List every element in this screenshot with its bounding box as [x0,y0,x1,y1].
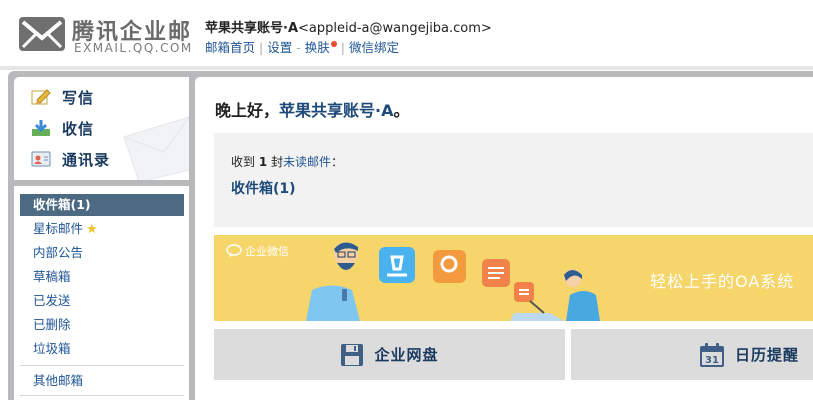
unread-summary: 收到 1 封未读邮件： 收件箱(1) [214,133,813,227]
folder-announcements[interactable]: 内部公告 [20,242,184,264]
greeting-name: 苹果共享账号·A [279,101,394,120]
change-skin-link[interactable]: 换肤 [305,40,330,55]
receive-button[interactable]: 收信 [30,116,94,140]
greeting: 晚上好，苹果共享账号·A。 [215,97,410,121]
inbox-link[interactable]: 收件箱(1) [231,178,296,198]
quick-actions-panel: 写信 收信 通讯录 [14,77,189,180]
link-separator: | [340,40,345,55]
unread-line: 收到 1 封未读邮件： [231,153,343,170]
folder-spam[interactable]: 垃圾箱 [20,338,184,360]
folder-label: 已删除 [33,317,71,332]
calendar-icon: 31 [699,342,725,368]
contacts-button[interactable]: 通讯录 [30,147,110,171]
main-panel: 晚上好，苹果共享账号·A。 收到 1 封未读邮件： 收件箱(1) 企业微信 轻松… [195,77,813,400]
account-email: <appleid-a@wangejiba.com> [298,21,492,36]
folder-list: 收件箱(1) 星标邮件 ★ 内部公告 草稿箱 已发送 已删除 垃圾箱 其他邮箱 [14,186,189,400]
banner-slogan: 轻松上手的OA系统 [650,272,795,291]
compose-icon [30,87,52,107]
logo-mail-icon [19,17,65,51]
folder-starred[interactable]: 星标邮件 ★ [20,218,184,240]
compose-button[interactable]: 写信 [30,85,94,109]
wework-banner[interactable]: 企业微信 轻松上手的OA系统 [214,235,813,321]
folder-sent[interactable]: 已发送 [20,290,184,312]
folder-label: 其他邮箱 [33,373,84,388]
enterprise-disk-label: 企业网盘 [374,346,439,364]
logo[interactable]: 腾讯企业邮 EXMAIL.QQ.COM [18,14,193,58]
header-divider [0,66,813,70]
enterprise-disk-button[interactable]: 企业网盘 [214,329,565,380]
disk-icon [340,343,364,367]
contacts-label: 通讯录 [62,150,111,169]
unread-mid: 封 [271,155,284,169]
wework-brand: 企业微信 [226,243,289,259]
link-separator: | [259,40,264,55]
folder-label: 草稿箱 [33,269,71,284]
folder-label: 已发送 [33,293,71,308]
account-name: 苹果共享账号·A [205,21,298,36]
account-line: 苹果共享账号·A<appleid-a@wangejiba.com> [205,17,492,36]
folder-label: 星标邮件 [33,221,84,236]
wework-brand-label: 企业微信 [245,245,289,258]
link-separator: - [296,40,301,55]
folder-divider [20,365,184,366]
folder-inbox[interactable]: 收件箱(1) [20,194,184,216]
folder-label: 收件箱(1) [33,197,91,212]
star-icon: ★ [86,222,98,237]
unread-prefix: 收到 [231,155,256,169]
header: 腾讯企业邮 EXMAIL.QQ.COM 苹果共享账号·A<appleid-a@w… [0,0,813,72]
wechat-binding-link[interactable]: 微信绑定 [349,40,399,55]
folder-other-mailboxes[interactable]: 其他邮箱 [20,370,184,392]
logo-subtitle: EXMAIL.QQ.COM [74,41,193,55]
calendar-reminder-label: 日历提醒 [735,346,800,364]
greeting-prefix: 晚上好， [215,101,280,120]
unread-mail-link[interactable]: 未读邮件 [283,155,331,169]
folder-deleted[interactable]: 已删除 [20,314,184,336]
notification-dot-icon [330,41,337,47]
wework-logo-icon [226,244,242,257]
calendar-reminder-button[interactable]: 31 日历提醒 [571,329,813,380]
compose-label: 写信 [62,88,95,107]
settings-link[interactable]: 设置 [267,40,292,55]
calendar-day: 31 [705,355,719,366]
folder-divider [20,395,184,396]
unread-suffix: ： [331,155,344,169]
receive-icon [30,118,52,138]
folder-label: 内部公告 [33,245,84,260]
top-links: 邮箱首页 | 设置 - 换肤 | 微信绑定 [205,37,399,56]
folder-label: 垃圾箱 [33,341,71,356]
unread-count: 1 [258,155,268,169]
greeting-suffix: 。 [393,101,410,120]
envelope-decoration-icon [123,116,189,180]
receive-label: 收信 [62,119,95,138]
mailbox-home-link[interactable]: 邮箱首页 [205,40,255,55]
contacts-icon [30,149,52,169]
folder-drafts[interactable]: 草稿箱 [20,266,184,288]
